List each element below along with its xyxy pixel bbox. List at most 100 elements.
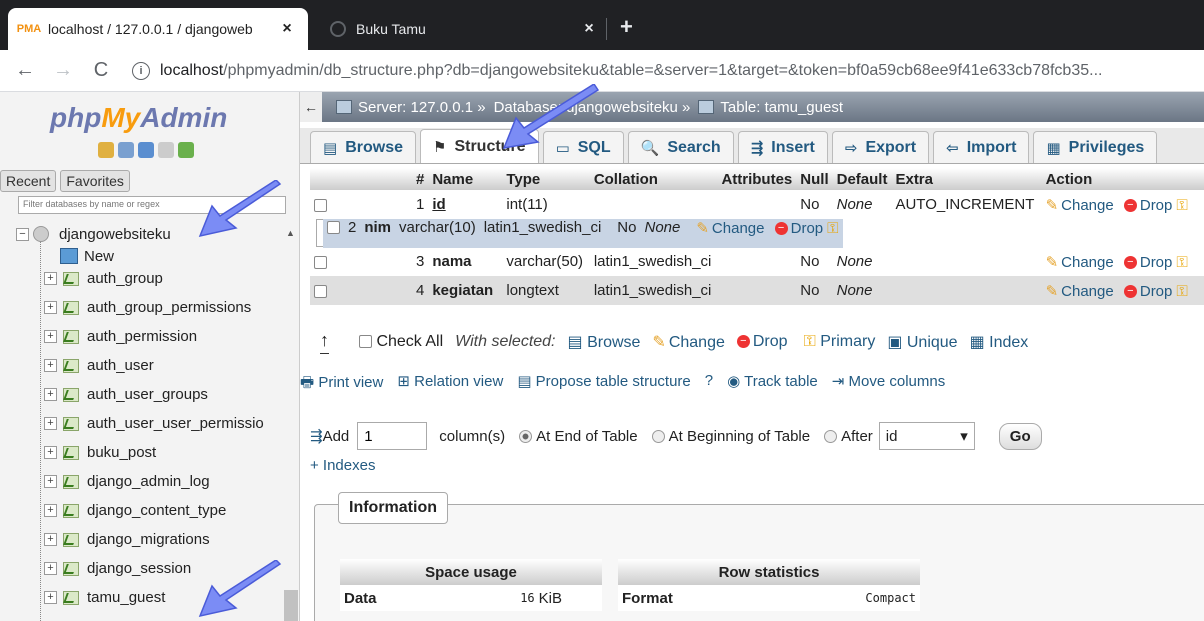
table-structure-icon[interactable] bbox=[61, 589, 79, 605]
url-field[interactable]: localhost/phpmyadmin/db_structure.php?db… bbox=[160, 62, 1180, 80]
sidebar-table-item[interactable]: + auth_group bbox=[44, 264, 163, 292]
browser-tab-buku-tamu[interactable]: Buku Tamu × bbox=[318, 8, 610, 50]
move-columns-link[interactable]: ⇥ Move columns bbox=[832, 372, 945, 397]
tab-browse[interactable]: ▤ Browse bbox=[310, 131, 416, 163]
table-structure-icon[interactable] bbox=[61, 415, 79, 431]
scroll-up-icon[interactable]: ▲ bbox=[286, 228, 295, 238]
change-button[interactable]: ✎ Change bbox=[1046, 197, 1114, 214]
at-beginning-radio[interactable] bbox=[651, 429, 665, 443]
back-button[interactable]: ← bbox=[12, 59, 38, 82]
expand-icon[interactable]: + bbox=[44, 300, 57, 314]
bulk-primary-button[interactable]: ⚿ Primary bbox=[800, 333, 876, 351]
table-row[interactable]: 4 kegiatan longtext latin1_swedish_ci No None… bbox=[310, 276, 1204, 305]
indexes-toggle[interactable]: + Indexes bbox=[310, 457, 375, 474]
recent-tab[interactable]: Recent bbox=[0, 170, 57, 192]
at-end-radio[interactable] bbox=[519, 429, 533, 443]
table-structure-icon[interactable] bbox=[61, 386, 79, 402]
sidebar-table-item[interactable]: + tamu_guest bbox=[44, 583, 165, 611]
expand-icon[interactable]: + bbox=[44, 445, 57, 459]
new-tab-button[interactable]: + bbox=[620, 14, 633, 40]
sidebar-table-item[interactable]: + auth_user bbox=[44, 351, 154, 379]
key-icon[interactable]: ⚿ bbox=[1176, 283, 1187, 300]
row-checkbox[interactable] bbox=[314, 255, 327, 269]
expand-icon[interactable]: + bbox=[44, 561, 57, 575]
drop-button[interactable]: − Drop bbox=[1123, 283, 1172, 300]
key-icon[interactable]: ⚿ bbox=[827, 220, 838, 237]
track-table-link[interactable]: ◉ Track table bbox=[727, 372, 818, 397]
relation-view-link[interactable]: ⊞ Relation view bbox=[397, 372, 503, 397]
forward-button[interactable]: → bbox=[50, 59, 76, 82]
exit-icon[interactable] bbox=[118, 142, 134, 158]
expand-icon[interactable]: + bbox=[44, 532, 57, 546]
table-structure-icon[interactable] bbox=[61, 531, 79, 547]
sidebar-table-item[interactable]: + auth_user_groups bbox=[44, 380, 208, 408]
column-count-input[interactable] bbox=[357, 422, 428, 450]
sidebar-table-item[interactable]: + auth_user_user_permissio bbox=[44, 409, 264, 437]
tab-export[interactable]: ⇨ Export bbox=[831, 131, 930, 163]
table-structure-icon[interactable] bbox=[61, 299, 79, 315]
close-icon[interactable]: × bbox=[278, 20, 296, 38]
expand-icon[interactable]: + bbox=[44, 474, 57, 488]
sidebar-table-item[interactable]: + django_session bbox=[44, 554, 191, 582]
drop-button[interactable]: − Drop bbox=[774, 220, 823, 237]
header-name[interactable]: Name bbox=[428, 168, 503, 190]
key-icon[interactable]: ⚿ bbox=[1176, 197, 1187, 214]
help-icon[interactable]: ? bbox=[705, 372, 713, 397]
bulk-unique-button[interactable]: ▣ Unique bbox=[887, 332, 957, 352]
breadcrumb-server[interactable]: Server: 127.0.0.1 » bbox=[358, 99, 486, 116]
tab-privileges[interactable]: ▦ Privileges bbox=[1033, 131, 1158, 163]
expand-icon[interactable]: + bbox=[44, 416, 57, 430]
tab-insert[interactable]: ⇶ Insert bbox=[737, 131, 828, 163]
bulk-change-button[interactable]: ✎ Change bbox=[652, 332, 724, 352]
sidebar-table-item[interactable]: + django_admin_log bbox=[44, 467, 210, 495]
reload-navigation-icon[interactable] bbox=[178, 142, 194, 158]
change-button[interactable]: ✎ Change bbox=[1046, 283, 1114, 300]
browser-tab-phpmyadmin[interactable]: PMA localhost / 127.0.0.1 / djangoweb × bbox=[8, 8, 308, 50]
sidebar-scrollbar[interactable] bbox=[284, 590, 298, 621]
expand-icon[interactable]: + bbox=[44, 387, 57, 401]
info-icon[interactable]: i bbox=[132, 61, 150, 80]
bulk-index-button[interactable]: ▦ Index bbox=[970, 332, 1029, 352]
print-view-link[interactable]: 🖶 Print view bbox=[300, 372, 383, 397]
key-icon[interactable]: ⚿ bbox=[1176, 254, 1187, 271]
table-row[interactable]: 3 nama varchar(50) latin1_swedish_ci No None ✎… bbox=[310, 247, 1204, 276]
expand-icon[interactable]: + bbox=[44, 329, 57, 343]
sidebar-table-item[interactable]: + auth_group_permissions bbox=[44, 293, 251, 321]
after-column-select[interactable]: id ▾ bbox=[878, 422, 975, 450]
row-checkbox[interactable] bbox=[314, 198, 327, 212]
favorites-tab[interactable]: Favorites bbox=[60, 170, 130, 192]
table-structure-icon[interactable] bbox=[61, 328, 79, 344]
tab-import[interactable]: ⇦ Import bbox=[933, 131, 1030, 163]
sidebar-table-item[interactable]: + django_content_type bbox=[44, 496, 226, 524]
tab-search[interactable]: 🔍 Search bbox=[627, 131, 734, 163]
sidebar-table-item[interactable]: + django_migrations bbox=[44, 525, 210, 553]
change-button[interactable]: ✎ Change bbox=[696, 220, 764, 237]
docs-icon[interactable] bbox=[158, 142, 174, 158]
table-structure-icon[interactable] bbox=[61, 502, 79, 518]
table-structure-icon[interactable] bbox=[61, 473, 79, 489]
row-checkbox[interactable] bbox=[327, 221, 340, 235]
bulk-browse-button[interactable]: ▤ Browse bbox=[568, 332, 641, 352]
phpmyadmin-logo[interactable]: phpMyAdmin bbox=[50, 102, 227, 134]
drop-button[interactable]: − Drop bbox=[1123, 254, 1172, 271]
help-icon[interactable] bbox=[138, 142, 154, 158]
after-radio[interactable] bbox=[824, 429, 838, 443]
row-checkbox[interactable] bbox=[314, 284, 327, 298]
table-structure-icon[interactable] bbox=[61, 444, 79, 460]
sidebar-table-item[interactable]: + buku_post bbox=[44, 438, 156, 466]
check-all[interactable]: Check All bbox=[359, 333, 443, 351]
bulk-drop-button[interactable]: − Drop bbox=[736, 333, 788, 351]
table-structure-icon[interactable] bbox=[61, 560, 79, 576]
table-structure-icon[interactable] bbox=[61, 270, 79, 286]
drop-button[interactable]: − Drop bbox=[1123, 197, 1172, 214]
breadcrumb-table[interactable]: Table: tamu_guest bbox=[720, 99, 843, 116]
go-button[interactable]: Go bbox=[998, 422, 1042, 450]
expand-icon[interactable]: + bbox=[44, 271, 57, 285]
expand-icon[interactable]: + bbox=[44, 590, 57, 604]
reload-button[interactable]: C bbox=[88, 59, 114, 82]
home-icon[interactable] bbox=[98, 142, 114, 158]
check-all-checkbox[interactable] bbox=[359, 335, 372, 349]
expand-icon[interactable]: + bbox=[44, 503, 57, 517]
sidebar-table-item[interactable]: + auth_permission bbox=[44, 322, 197, 350]
collapse-icon[interactable]: − bbox=[16, 227, 29, 241]
